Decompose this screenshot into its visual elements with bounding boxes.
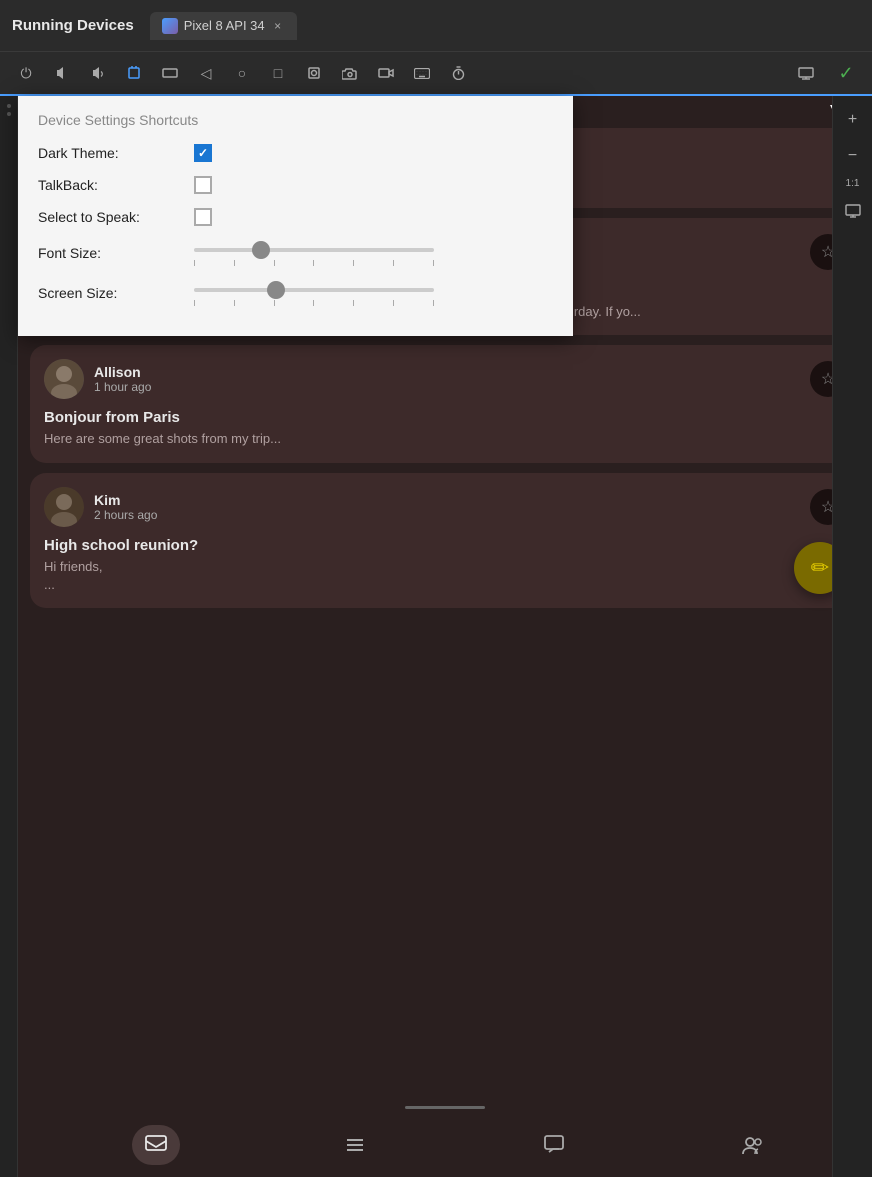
dark-theme-row: Dark Theme:: [38, 144, 553, 162]
select-to-speak-label: Select to Speak:: [38, 209, 178, 225]
title-bar: Running Devices Pixel 8 API 34 ×: [0, 0, 872, 52]
toolbar-right: ✓: [790, 57, 862, 89]
email-preview-kim: Hi friends,: [44, 558, 846, 576]
rotate-btn[interactable]: [118, 57, 150, 89]
add-btn[interactable]: +: [839, 106, 867, 134]
sidebar-dot: [7, 112, 11, 116]
nav-contacts[interactable]: [729, 1125, 777, 1165]
avatar-allison: [44, 359, 84, 399]
font-size-thumb[interactable]: [252, 241, 270, 259]
sidebar-dot: [7, 104, 11, 108]
screen-size-row: Screen Size:: [38, 280, 553, 306]
minus-btn[interactable]: −: [839, 142, 867, 170]
avatar-allison-image: [44, 359, 84, 399]
screen-size-thumb[interactable]: [267, 281, 285, 299]
dark-theme-label: Dark Theme:: [38, 145, 178, 161]
select-to-speak-row: Select to Speak:: [38, 208, 553, 226]
back-btn[interactable]: ◁: [190, 57, 222, 89]
email-preview-kim-ellipsis: ...: [44, 576, 846, 594]
nav-chat[interactable]: [530, 1125, 578, 1165]
email-card-kim[interactable]: Kim 2 hours ago ☆ High school reunion? H…: [30, 473, 860, 608]
volume-up-btn[interactable]: [82, 57, 114, 89]
font-size-ticks: [194, 260, 434, 266]
screen-size-ticks: [194, 300, 434, 306]
tick: [393, 300, 394, 306]
dark-theme-checkbox[interactable]: [194, 144, 212, 162]
email-preview-allison: Here are some great shots from my trip..…: [44, 430, 846, 448]
video-btn[interactable]: [370, 57, 402, 89]
left-sidebar: [0, 96, 18, 1177]
tick: [433, 260, 434, 266]
screen-capture-btn[interactable]: [839, 197, 867, 225]
main-layout: Device Settings Shortcuts Dark Theme: Ta…: [0, 96, 872, 1177]
tick: [353, 300, 354, 306]
tick: [234, 260, 235, 266]
toolbar: ⏻ ◁ ○ □ ✓: [0, 52, 872, 96]
tick: [194, 300, 195, 306]
email-subject-allison: Bonjour from Paris: [44, 409, 846, 426]
email-card-header-allison: Allison 1 hour ago ☆: [44, 359, 846, 399]
tick: [234, 300, 235, 306]
nav-inbox[interactable]: [132, 1125, 180, 1165]
email-card-header-kim: Kim 2 hours ago ☆: [44, 487, 846, 527]
display-settings-btn[interactable]: [790, 57, 822, 89]
font-size-row: Font Size:: [38, 240, 553, 266]
tick: [313, 260, 314, 266]
talkback-row: TalkBack:: [38, 176, 553, 194]
camera-btn[interactable]: [334, 57, 366, 89]
sender-time-allison: 1 hour ago: [94, 380, 800, 394]
keyboard-btn[interactable]: [406, 57, 438, 89]
tick: [393, 260, 394, 266]
scroll-indicator: [405, 1106, 485, 1109]
avatar-kim: [44, 487, 84, 527]
home-btn[interactable]: ○: [226, 57, 258, 89]
bottom-nav: [36, 1113, 872, 1177]
right-panel: + − 1:1: [832, 96, 872, 1177]
device-settings-panel: Device Settings Shortcuts Dark Theme: Ta…: [18, 96, 573, 336]
tick: [313, 300, 314, 306]
tick: [194, 260, 195, 266]
tick: [353, 260, 354, 266]
email-card-allison[interactable]: Allison 1 hour ago ☆ Bonjour from Paris …: [30, 345, 860, 462]
volume-down-btn[interactable]: [46, 57, 78, 89]
power-btn[interactable]: ⏻: [10, 57, 42, 89]
font-size-track[interactable]: [194, 248, 434, 252]
email-subject-kim: High school reunion?: [44, 537, 846, 554]
tick: [433, 300, 434, 306]
app-title: Running Devices: [12, 17, 134, 34]
select-to-speak-checkbox[interactable]: [194, 208, 212, 226]
screen-size-slider-container: [194, 280, 553, 306]
nav-list[interactable]: [331, 1125, 379, 1165]
overview-btn[interactable]: □: [262, 57, 294, 89]
landscape-btn[interactable]: [154, 57, 186, 89]
device-settings-title: Device Settings Shortcuts: [38, 112, 553, 128]
sender-info-allison: Allison 1 hour ago: [94, 364, 800, 394]
tab-close-btn[interactable]: ×: [271, 19, 285, 33]
talkback-label: TalkBack:: [38, 177, 178, 193]
font-size-slider-container: [194, 240, 553, 266]
avatar-kim-image: [44, 487, 84, 527]
verify-btn[interactable]: ✓: [830, 57, 862, 89]
sender-time-kim: 2 hours ago: [94, 508, 800, 522]
tab-device-icon: [162, 18, 178, 34]
sender-info-kim: Kim 2 hours ago: [94, 492, 800, 522]
screen-size-label: Screen Size:: [38, 285, 178, 301]
ratio-label: 1:1: [846, 178, 860, 189]
tick: [274, 260, 275, 266]
talkback-checkbox[interactable]: [194, 176, 212, 194]
tab-label: Pixel 8 API 34: [184, 18, 265, 33]
screenshot-btn[interactable]: [298, 57, 330, 89]
timer-btn[interactable]: [442, 57, 474, 89]
screen-size-track[interactable]: [194, 288, 434, 292]
device-tab[interactable]: Pixel 8 API 34 ×: [150, 12, 297, 40]
sender-name-allison: Allison: [94, 364, 800, 380]
font-size-label: Font Size:: [38, 245, 178, 261]
tick: [274, 300, 275, 306]
sender-name-kim: Kim: [94, 492, 800, 508]
